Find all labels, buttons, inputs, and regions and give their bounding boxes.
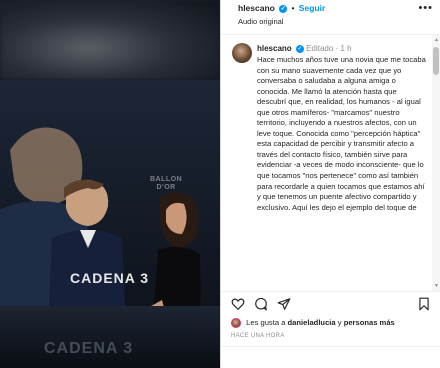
bookmark-icon[interactable]: [417, 297, 431, 311]
follow-button[interactable]: Seguir: [299, 3, 325, 13]
separator: •: [291, 4, 295, 13]
post-header: hlescano ✓ • Seguir Audio original •••: [221, 0, 440, 34]
woman-figure: [151, 192, 201, 306]
avatar[interactable]: [232, 43, 252, 63]
audio-link[interactable]: Audio original: [238, 17, 283, 26]
comment-box-area[interactable]: [221, 347, 440, 368]
scroll-up-icon[interactable]: ▲: [434, 37, 439, 43]
verified-badge-icon: ✓: [295, 44, 304, 53]
more-options-icon[interactable]: •••: [418, 2, 433, 14]
scroll-down-icon[interactable]: ▼: [434, 283, 439, 289]
caption-text: Hace muchos años tuve una novia que me t…: [257, 55, 426, 212]
header-user-row: hlescano ✓ • Seguir: [238, 3, 325, 13]
event-watermark: BALLON D'OR: [150, 176, 183, 191]
edited-label: Editado: [306, 44, 334, 53]
likes-others[interactable]: personas más: [344, 318, 395, 327]
verified-badge-icon: ✓: [279, 4, 288, 13]
likes-summary: Les gusta a danieladlucia y personas más: [231, 318, 395, 328]
caption-username[interactable]: hlescano: [257, 44, 292, 53]
channel-logo-text: CADENA 3: [70, 270, 150, 286]
action-bar: [221, 292, 440, 316]
post-media[interactable]: BALLON D'OR CADENA 3 CADENA 3: [0, 0, 220, 368]
liker-avatar[interactable]: [231, 318, 241, 328]
header-username[interactable]: hlescano: [238, 3, 275, 13]
scrollbar-thumb[interactable]: [433, 47, 439, 75]
time-separator: ·: [335, 44, 339, 53]
man-figure: [48, 179, 126, 306]
likes-connector: y: [337, 318, 342, 327]
likes-prefix: Les gusta a: [246, 318, 286, 327]
heart-icon[interactable]: [231, 297, 245, 311]
post-age: 1 h: [340, 44, 352, 53]
post-sidebar: hlescano ✓ • Seguir Audio original ••• h…: [220, 0, 440, 368]
blurred-bottom-frame: [0, 306, 220, 368]
caption-area[interactable]: hlescano ✓ Editado · 1 h Hace muchos año…: [221, 35, 440, 291]
post-timestamp[interactable]: HACE UNA HORA: [231, 333, 285, 339]
photo-frame: BALLON D'OR CADENA 3: [0, 80, 220, 306]
liker-username[interactable]: danieladlucia: [288, 318, 336, 327]
comment-icon[interactable]: [254, 297, 268, 311]
share-icon[interactable]: [277, 297, 291, 311]
caption-header: hlescano ✓ Editado · 1 h: [257, 44, 352, 53]
channel-logo-ghost: CADENA 3: [44, 340, 134, 357]
blurred-top-frame: [0, 0, 220, 80]
